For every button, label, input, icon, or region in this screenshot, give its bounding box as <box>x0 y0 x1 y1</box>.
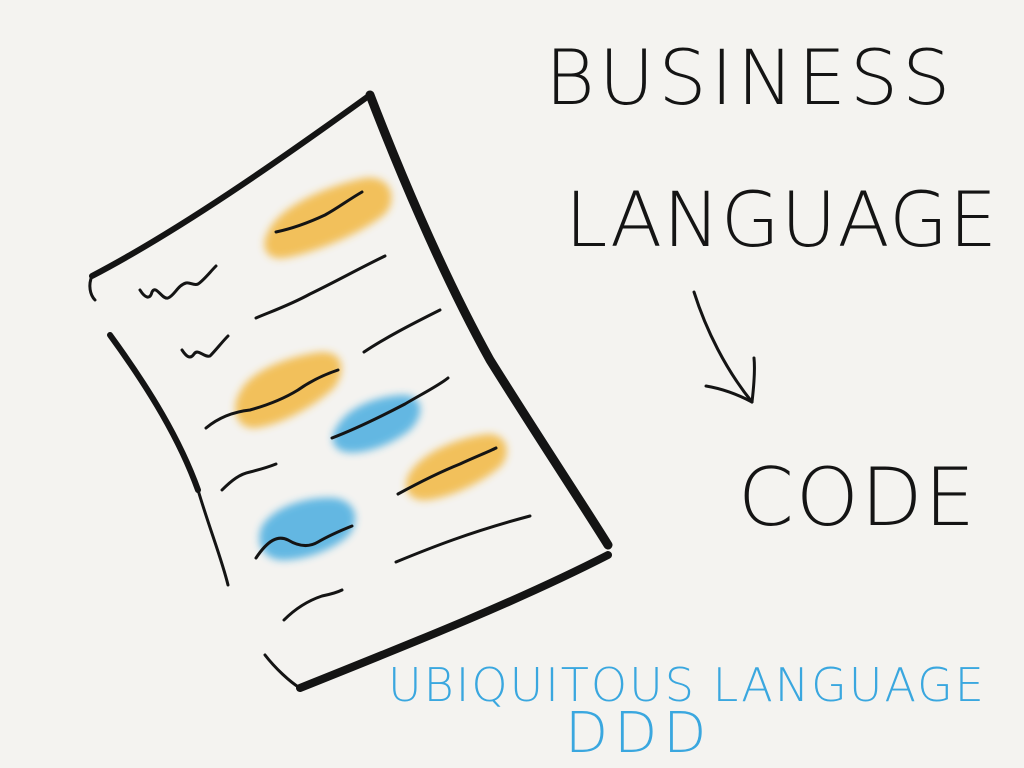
doc-line-4 <box>180 334 230 359</box>
highlight-orange-2 <box>235 352 342 429</box>
highlight-orange-1 <box>264 177 392 259</box>
language-label: Language <box>565 175 999 264</box>
page-left-edge-lower <box>196 488 230 587</box>
page-top-corner <box>88 274 97 302</box>
doc-line-11 <box>394 514 532 564</box>
page-right-edge <box>365 90 613 550</box>
doc-line-3 <box>254 254 387 320</box>
highlight-orange-3 <box>406 434 507 501</box>
highlight-blue-2 <box>259 497 356 561</box>
ddd-label: DDD <box>565 701 713 766</box>
arrow-shaft <box>692 290 754 404</box>
doc-line-5 <box>362 308 442 354</box>
doc-line-1 <box>138 264 218 300</box>
document-icon <box>88 90 613 692</box>
doc-line-12 <box>282 588 344 622</box>
page-top-edge <box>89 92 373 279</box>
code-label: Code <box>738 451 977 544</box>
doc-line-8 <box>220 462 278 492</box>
sketch-canvas: Business Language Code Ubiquitous Langua… <box>0 0 1024 768</box>
business-label: Business <box>545 33 955 122</box>
highlight-marks <box>235 177 507 561</box>
arrow-head-right <box>750 356 756 404</box>
page-bottom-corner <box>263 653 302 690</box>
page-left-edge <box>107 332 201 493</box>
arrow-down-right-icon <box>692 290 756 404</box>
